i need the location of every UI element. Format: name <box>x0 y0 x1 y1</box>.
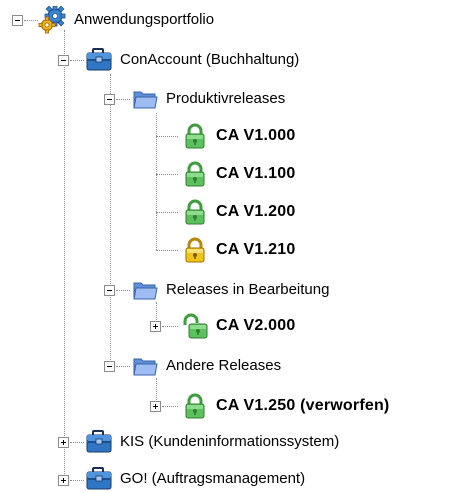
expand-collapse-button[interactable] <box>104 285 115 296</box>
tree-connector <box>156 250 178 251</box>
lock-closed-green-icon <box>180 392 210 420</box>
tree-node-go[interactable]: GO! (Auftragsmanagement) <box>84 465 307 493</box>
tree-node-label: CA V1.200 <box>216 203 296 220</box>
lock-closed-yellow-icon <box>180 236 210 264</box>
tree-node-label: CA V1.210 <box>216 241 296 258</box>
tree-node-label: Anwendungsportfolio <box>74 11 215 28</box>
tree-connector <box>156 212 178 213</box>
lock-open-green-icon <box>180 312 210 340</box>
tree-connector <box>116 366 130 367</box>
tree-connector <box>70 480 84 481</box>
tree-node-label: Releases in Bearbeitung <box>166 281 330 298</box>
tree-node-label: CA V1.100 <box>216 165 296 182</box>
tree-node-label: GO! (Auftragsmanagement) <box>120 470 306 487</box>
tree-connector <box>70 442 84 443</box>
folder-icon <box>130 352 160 380</box>
tree-node-label: CA V1.250 (verworfen) <box>216 397 390 414</box>
tree-node-label: CA V2.000 <box>216 317 296 334</box>
tree-connector <box>24 20 38 21</box>
expand-collapse-button[interactable] <box>58 437 69 448</box>
gear-icon <box>38 6 68 34</box>
briefcase-icon <box>84 46 114 74</box>
expand-collapse-button[interactable] <box>150 321 161 332</box>
tree-node-release[interactable]: CA V1.200 <box>180 198 297 226</box>
expand-collapse-button[interactable] <box>104 361 115 372</box>
tree-node-produktivreleases[interactable]: Produktivreleases <box>130 85 287 113</box>
tree-node-label: KIS (Kundeninformationssystem) <box>120 433 340 450</box>
tree-node-release[interactable]: CA V2.000 <box>180 312 297 340</box>
portfolio-tree: Anwendungsportfolio ConAccount (Buchhalt… <box>0 0 455 493</box>
tree-node-release[interactable]: CA V1.250 (verworfen) <box>180 392 391 420</box>
tree-connector <box>110 74 111 372</box>
tree-connector <box>156 113 157 250</box>
tree-connector <box>156 136 178 137</box>
tree-node-conaccount[interactable]: ConAccount (Buchhaltung) <box>84 46 301 74</box>
tree-connector <box>64 30 65 480</box>
briefcase-icon <box>84 428 114 456</box>
tree-connector <box>70 60 84 61</box>
expand-collapse-button[interactable] <box>150 401 161 412</box>
expand-collapse-button[interactable] <box>104 94 115 105</box>
tree-node-label: ConAccount (Buchhaltung) <box>120 51 300 68</box>
tree-connector <box>156 174 178 175</box>
tree-connector <box>116 99 130 100</box>
tree-node-label: CA V1.000 <box>216 127 296 144</box>
tree-connector <box>162 406 178 407</box>
tree-node-release[interactable]: CA V1.000 <box>180 122 297 150</box>
tree-node-anwendungsportfolio[interactable]: Anwendungsportfolio <box>38 6 216 34</box>
lock-closed-green-icon <box>180 160 210 188</box>
lock-closed-green-icon <box>180 122 210 150</box>
tree-connector <box>162 326 178 327</box>
tree-connector <box>116 290 130 291</box>
tree-node-label: Andere Releases <box>166 357 282 374</box>
tree-node-release[interactable]: CA V1.210 <box>180 236 297 264</box>
tree-node-releases-in-bearbeitung[interactable]: Releases in Bearbeitung <box>130 276 331 304</box>
folder-icon <box>130 276 160 304</box>
tree-node-release[interactable]: CA V1.100 <box>180 160 297 188</box>
tree-node-label: Produktivreleases <box>166 90 286 107</box>
expand-collapse-button[interactable] <box>12 15 23 26</box>
expand-collapse-button[interactable] <box>58 475 69 486</box>
folder-icon <box>130 85 160 113</box>
tree-node-andere-releases[interactable]: Andere Releases <box>130 352 283 380</box>
expand-collapse-button[interactable] <box>58 55 69 66</box>
tree-node-kis[interactable]: KIS (Kundeninformationssystem) <box>84 428 341 456</box>
lock-closed-green-icon <box>180 198 210 226</box>
briefcase-icon <box>84 465 114 493</box>
